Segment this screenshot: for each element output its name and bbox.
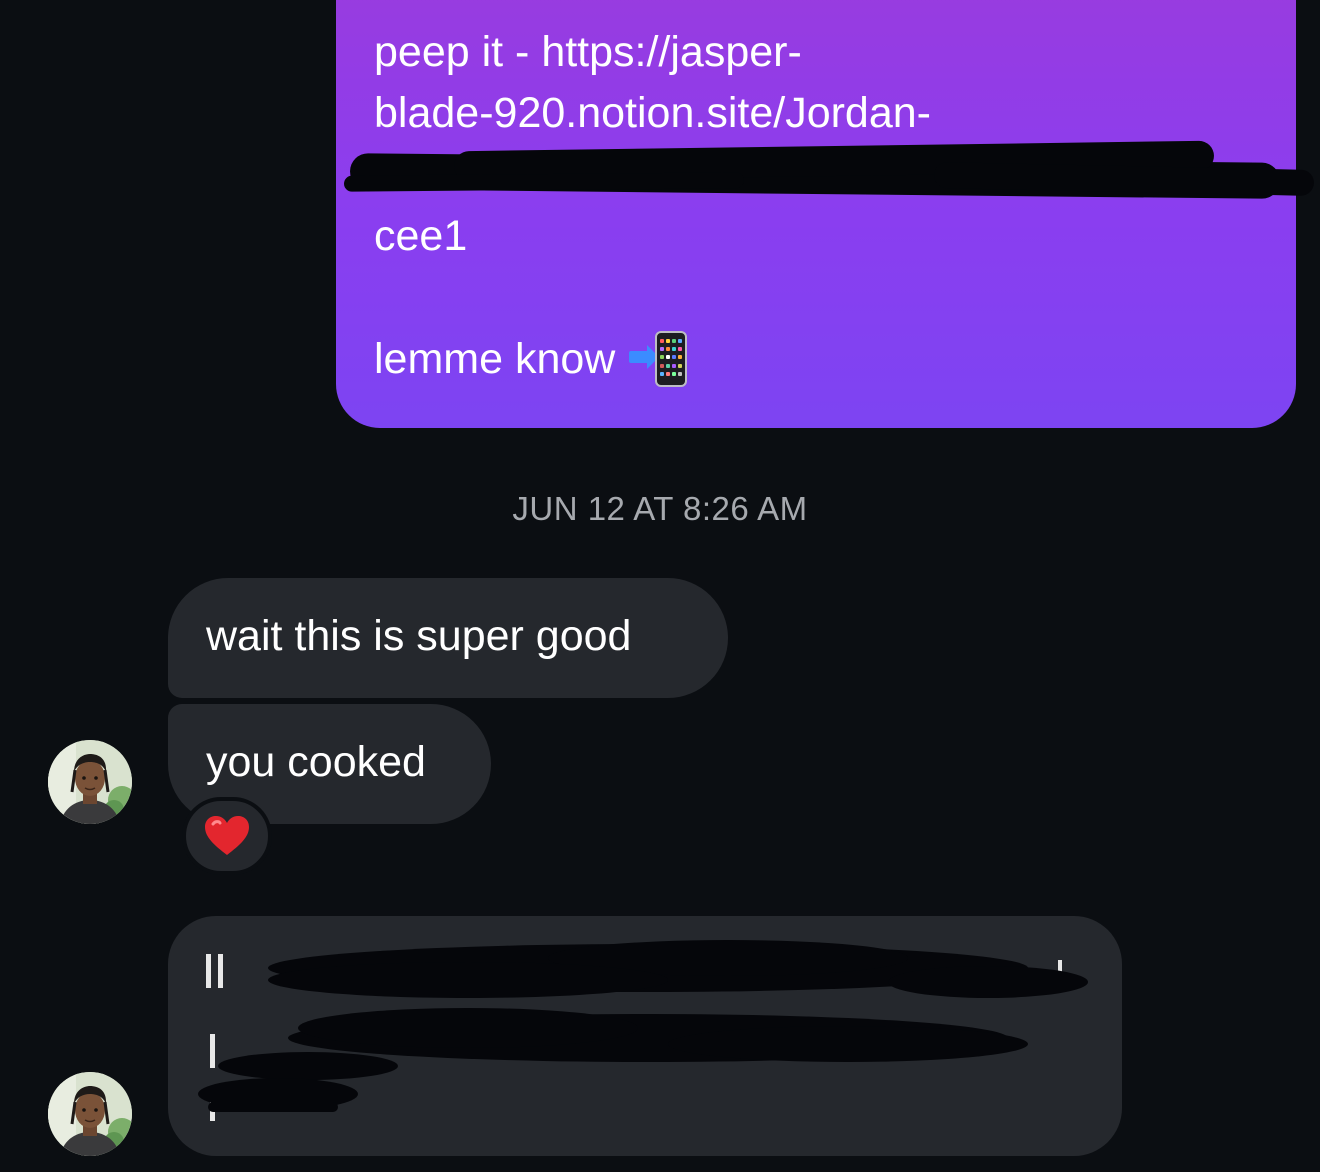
message-link-line-2[interactable]: blade-920.notion.site/Jordan- bbox=[374, 83, 1256, 144]
incoming-message-bubble[interactable]: wait this is super good bbox=[168, 578, 728, 698]
profile-photo bbox=[48, 740, 132, 824]
redacted-link-line: 56 bbox=[343, 140, 1315, 206]
avatar[interactable] bbox=[48, 740, 132, 824]
outgoing-message-bubble[interactable]: peep it - https://jasper- blade-920.noti… bbox=[336, 0, 1315, 428]
chat-thread: peep it - https://jasper- blade-920.noti… bbox=[0, 0, 1320, 1172]
incoming-message-bubble-redacted[interactable] bbox=[168, 916, 1122, 1156]
message-timestamp: JUN 12 AT 8:26 AM bbox=[512, 490, 808, 527]
phone-with-arrow-icon bbox=[629, 330, 691, 389]
heart-reaction[interactable] bbox=[182, 797, 272, 875]
profile-photo bbox=[48, 1072, 132, 1156]
redacted-message-content bbox=[198, 940, 1088, 1121]
message-text-line-5: lemme know bbox=[374, 329, 1256, 390]
message-text: you cooked bbox=[206, 738, 426, 786]
message-link-line-1[interactable]: peep it - https://jasper- bbox=[374, 22, 1256, 83]
heart-icon bbox=[205, 816, 249, 855]
message-text: wait this is super good bbox=[206, 612, 632, 660]
avatar[interactable] bbox=[48, 1072, 132, 1156]
lemme-know-text: lemme know bbox=[374, 335, 616, 383]
message-link-line-4: cee1 bbox=[374, 212, 468, 260]
